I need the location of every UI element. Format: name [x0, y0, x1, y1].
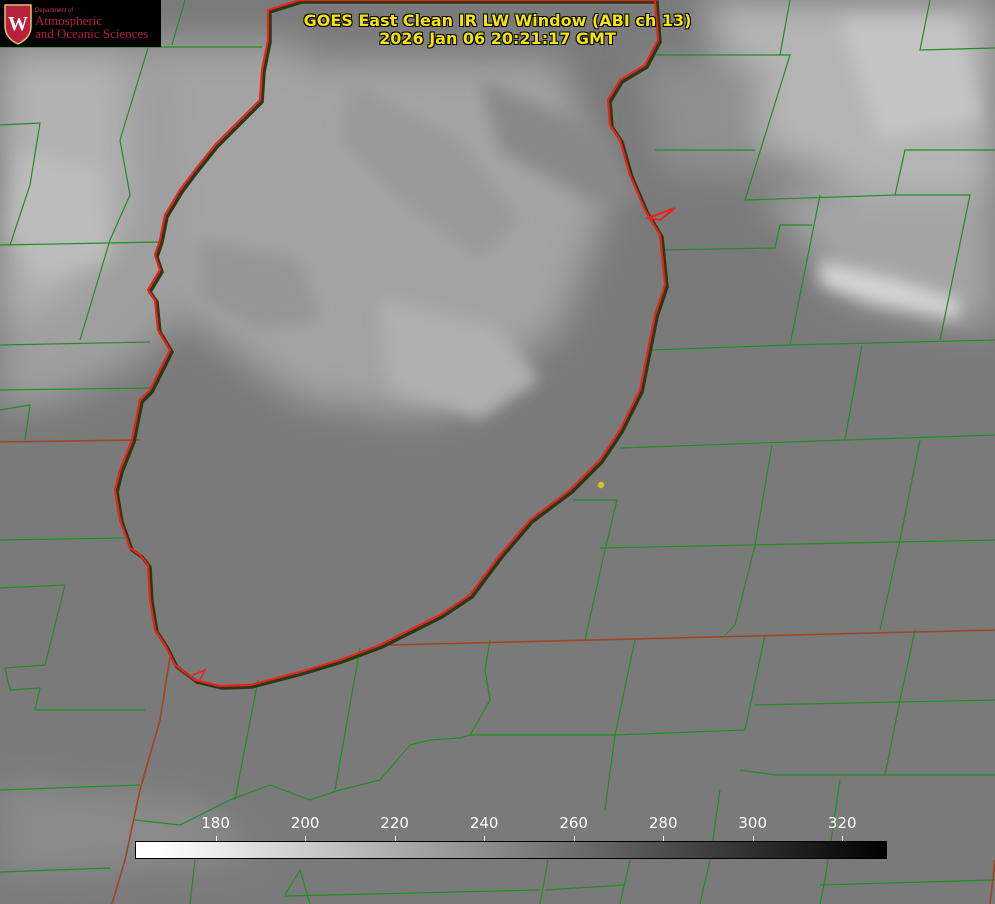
colorbar-tick-label: 200: [290, 814, 320, 832]
satellite-map: [0, 0, 995, 904]
colorbar-tick-label: 320: [827, 814, 857, 832]
temperature-colorbar: [135, 841, 887, 859]
image-timestamp: 2026 Jan 06 20:21:17 GMT: [379, 29, 616, 48]
colorbar-tick-label: 240: [469, 814, 499, 832]
colorbar-tick-label: 180: [201, 814, 230, 832]
image-title: GOES East Clean IR LW Window (ABI ch 13): [303, 11, 692, 30]
colorbar-tick-label: 260: [559, 814, 588, 832]
colorbar-tick-label: 300: [738, 814, 768, 832]
satellite-image-viewer: W Department of Atmospheric and Oceanic …: [0, 0, 995, 904]
colorbar-tick-label: 280: [648, 814, 678, 832]
colorbar-tick-label: 220: [380, 814, 409, 832]
location-marker: [597, 481, 605, 489]
